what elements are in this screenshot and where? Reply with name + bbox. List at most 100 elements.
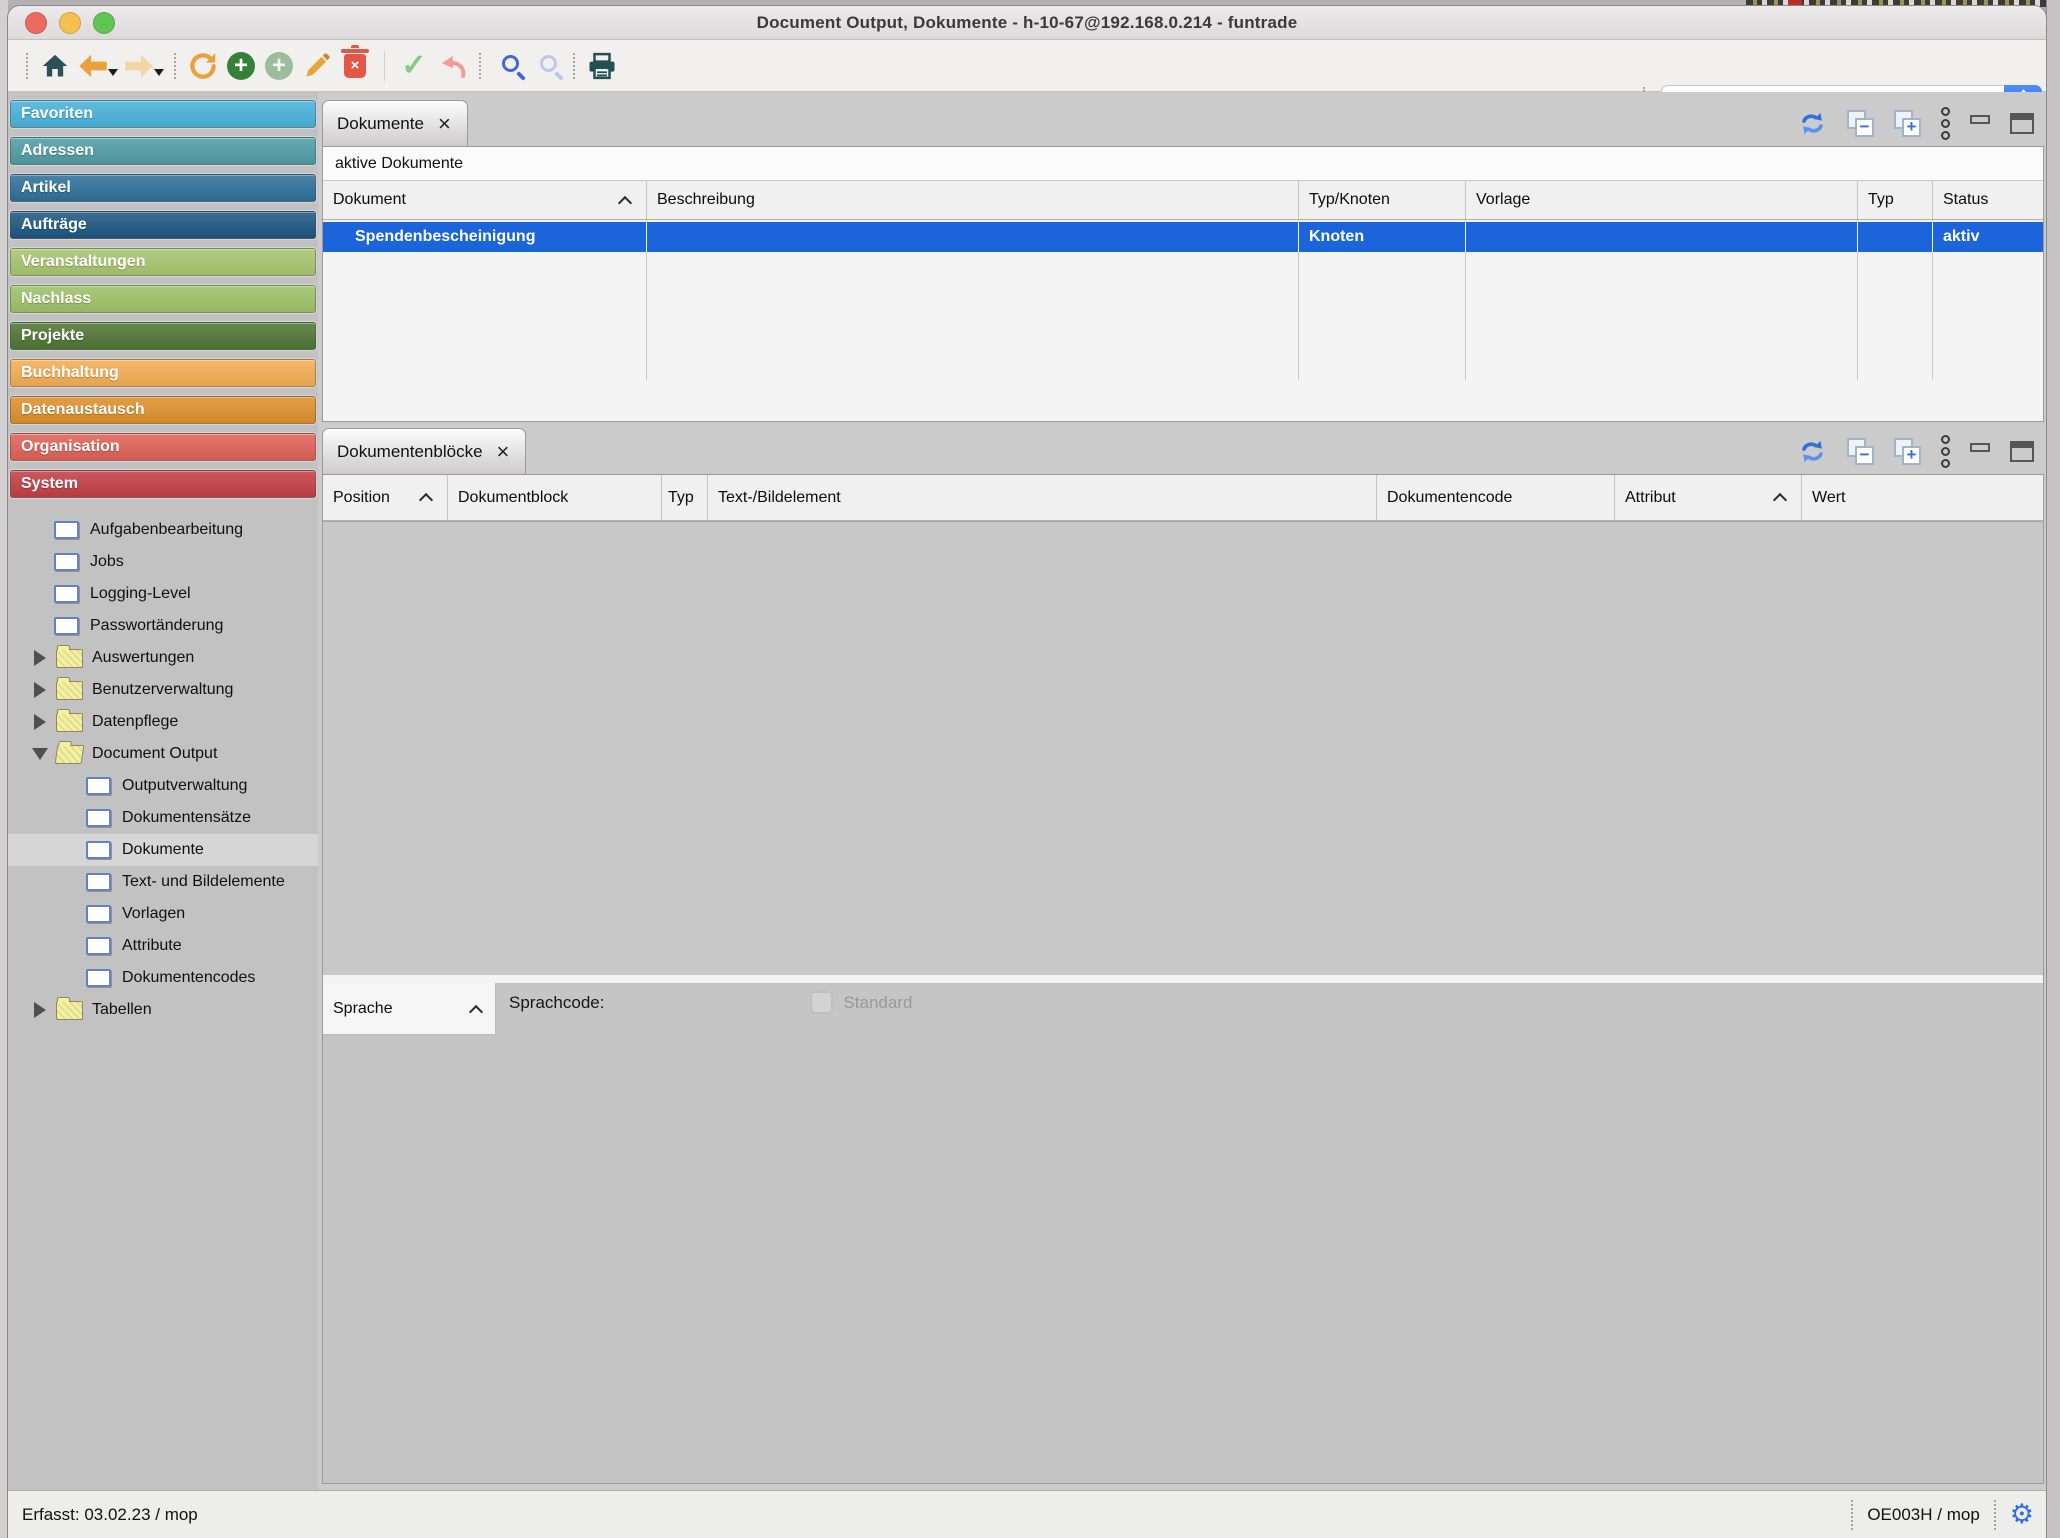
tree-item-dokumentencodes[interactable]: Dokumentencodes — [8, 962, 318, 994]
sprachcode-label: Sprachcode: — [509, 993, 604, 1013]
add-secondary-button[interactable]: + — [260, 49, 298, 83]
tree-item-logging-level[interactable]: Logging-Level — [8, 578, 318, 610]
add-button[interactable]: + — [222, 49, 260, 83]
column-header-attribut[interactable]: Attribut — [1615, 475, 1802, 520]
column-header-position[interactable]: Position — [323, 475, 448, 520]
column-header-sprache[interactable]: Sprache — [323, 983, 496, 1035]
expand-arrow-icon[interactable] — [34, 714, 46, 730]
column-header-typ[interactable]: Typ — [1858, 181, 1933, 219]
sidebar-item-favoriten[interactable]: Favoriten — [10, 100, 316, 128]
column-header-vorlage[interactable]: Vorlage — [1466, 181, 1858, 219]
sidebar: Favoriten Adressen Artikel Aufträge Vera… — [8, 92, 318, 1490]
tree-item-aufgabenbearbeitung[interactable]: Aufgabenbearbeitung — [8, 514, 318, 546]
toolbar-separator — [573, 53, 575, 79]
search-button[interactable] — [489, 49, 527, 83]
traffic-lights — [25, 12, 115, 34]
cell-typ — [1858, 222, 1933, 252]
edit-button[interactable] — [298, 49, 336, 83]
tree-item-document-output[interactable]: Document Output — [8, 738, 318, 770]
confirm-button[interactable]: ✓ — [395, 49, 433, 83]
column-header-beschreibung[interactable]: Beschreibung — [647, 181, 1299, 219]
background-window-sliver-right — [2046, 0, 2060, 1538]
form-icon — [86, 809, 111, 827]
column-header-typ[interactable]: Typ — [662, 475, 708, 520]
undo-button[interactable] — [433, 49, 471, 83]
search-secondary-button[interactable] — [527, 49, 565, 83]
column-header-dokumentencode[interactable]: Dokumentencode — [1377, 475, 1615, 520]
column-header-dokument[interactable]: Dokument — [323, 181, 647, 219]
column-header-typ-knoten[interactable]: Typ/Knoten — [1299, 181, 1466, 219]
expand-arrow-icon[interactable] — [34, 1002, 46, 1018]
home-button[interactable] — [36, 49, 74, 83]
panel-minimize-icon[interactable] — [1970, 115, 1990, 124]
collapse-all-icon[interactable]: − — [1847, 438, 1874, 465]
settings-gear-icon[interactable]: ⚙ — [2010, 1501, 2034, 1528]
check-icon: ✓ — [401, 48, 426, 83]
tree-item-attribute[interactable]: Attribute — [8, 930, 318, 962]
tree-item-outputverwaltung[interactable]: Outputverwaltung — [8, 770, 318, 802]
sidebar-item-buchhaltung[interactable]: Buchhaltung — [10, 359, 316, 387]
documents-tabbar: Dokumente × − + — [322, 100, 2044, 146]
back-button[interactable] — [74, 49, 112, 83]
panel-maximize-icon[interactable] — [2010, 113, 2034, 134]
forward-button[interactable] — [120, 49, 158, 83]
panel-minimize-icon[interactable] — [1970, 443, 1990, 452]
window-title: Document Output, Dokumente - h-10-67@192… — [757, 13, 1298, 33]
standard-checkbox[interactable] — [810, 991, 833, 1014]
sidebar-item-projekte[interactable]: Projekte — [10, 322, 316, 350]
tree-item-datenpflege[interactable]: Datenpflege — [8, 706, 318, 738]
panel-menu-icon[interactable] — [1941, 435, 1950, 468]
tree-item-benutzerverwaltung[interactable]: Benutzerverwaltung — [8, 674, 318, 706]
minimize-window-button[interactable] — [59, 12, 81, 34]
column-header-wert[interactable]: Wert — [1802, 475, 2043, 520]
panel-refresh-icon[interactable] — [1798, 109, 1827, 138]
home-icon — [41, 52, 69, 80]
tree-item-auswertungen[interactable]: Auswertungen — [8, 642, 318, 674]
expand-arrow-icon[interactable] — [34, 682, 46, 698]
close-tab-icon[interactable]: × — [438, 113, 451, 135]
tree-item-passwortaenderung[interactable]: Passwortänderung — [8, 610, 318, 642]
sidebar-item-auftraege[interactable]: Aufträge — [10, 211, 316, 239]
column-header-text-bildelement[interactable]: Text-/Bildelement — [708, 475, 1377, 520]
sidebar-item-adressen[interactable]: Adressen — [10, 137, 316, 165]
sidebar-item-organisation[interactable]: Organisation — [10, 433, 316, 461]
column-header-status[interactable]: Status — [1933, 181, 2043, 219]
sidebar-item-nachlass[interactable]: Nachlass — [10, 285, 316, 313]
tree-item-text-und-bildelemente[interactable]: Text- und Bildelemente — [8, 866, 318, 898]
sidebar-item-datenaustausch[interactable]: Datenaustausch — [10, 396, 316, 424]
tab-dokumentenbloecke[interactable]: Dokumentenblöcke × — [322, 428, 526, 474]
close-tab-icon[interactable]: × — [497, 441, 510, 463]
titlebar: Document Output, Dokumente - h-10-67@192… — [8, 6, 2046, 40]
collapse-all-icon[interactable]: − — [1847, 110, 1874, 137]
sidebar-item-system[interactable]: System — [10, 470, 316, 498]
main-toolbar: + + × ✓ Document Output, Dokumente — [8, 40, 2046, 92]
sidebar-item-artikel[interactable]: Artikel — [10, 174, 316, 202]
print-button[interactable] — [583, 49, 621, 83]
zoom-window-button[interactable] — [93, 12, 115, 34]
tree-item-vorlagen[interactable]: Vorlagen — [8, 898, 318, 930]
form-icon — [54, 521, 79, 539]
expand-arrow-icon[interactable] — [34, 650, 46, 666]
panel-toolbar: − + — [1798, 432, 2034, 470]
table-row-selected[interactable]: Spendenbescheinigung Knoten aktiv — [323, 222, 2043, 252]
tab-dokumente[interactable]: Dokumente × — [322, 100, 468, 146]
column-header-dokumentblock[interactable]: Dokumentblock — [448, 475, 662, 520]
tree-item-tabellen[interactable]: Tabellen — [8, 994, 318, 1026]
refresh-button[interactable] — [184, 49, 222, 83]
collapse-arrow-icon[interactable] — [32, 748, 48, 760]
toolbar-separator — [174, 53, 176, 79]
panel-menu-icon[interactable] — [1941, 107, 1950, 140]
tree-item-dokumentensaetze[interactable]: Dokumentensätze — [8, 802, 318, 834]
panel-refresh-icon[interactable] — [1798, 437, 1827, 466]
sidebar-item-veranstaltungen[interactable]: Veranstaltungen — [10, 248, 316, 276]
panel-maximize-icon[interactable] — [2010, 441, 2034, 462]
sort-asc-icon — [469, 1005, 483, 1019]
expand-all-icon[interactable]: + — [1894, 438, 1921, 465]
sort-asc-icon — [419, 493, 433, 507]
language-form: Sprachcode: Standard — [509, 991, 912, 1014]
tree-item-jobs[interactable]: Jobs — [8, 546, 318, 578]
expand-all-icon[interactable]: + — [1894, 110, 1921, 137]
close-window-button[interactable] — [25, 12, 47, 34]
tree-item-dokumente[interactable]: Dokumente — [8, 834, 318, 866]
delete-button[interactable]: × — [336, 49, 374, 83]
